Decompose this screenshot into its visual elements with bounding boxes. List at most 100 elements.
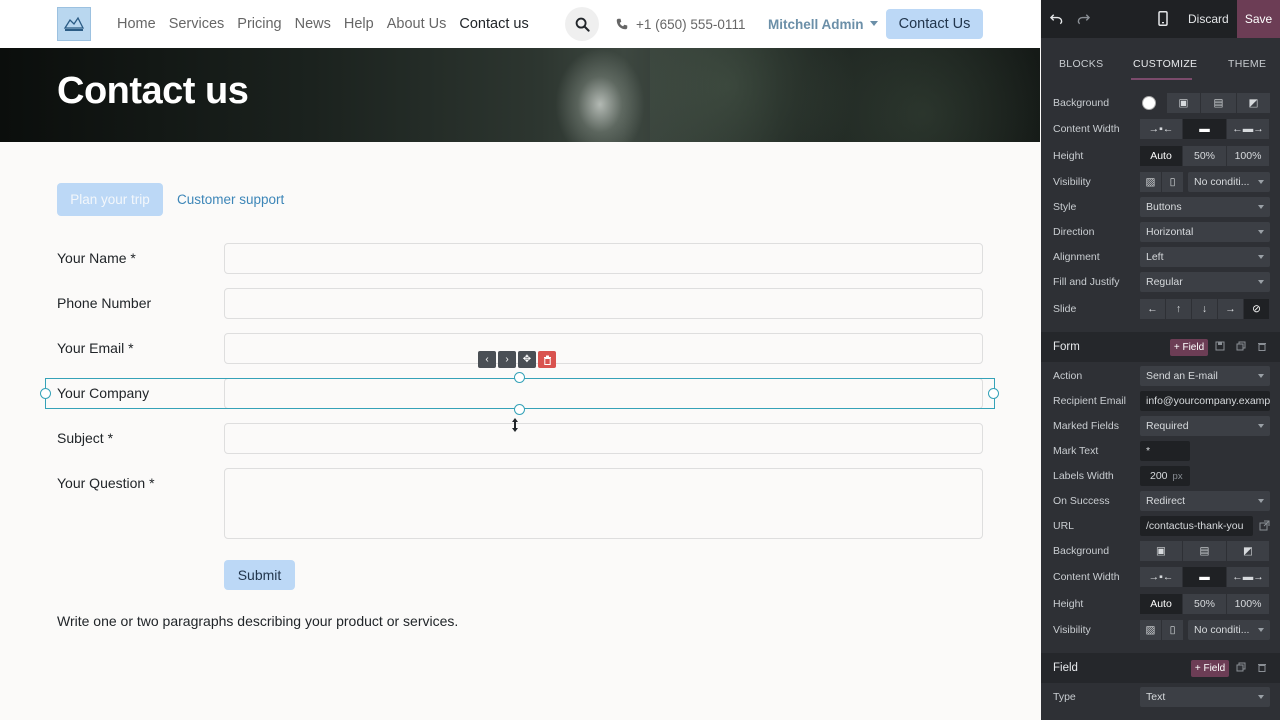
resize-handle-left[interactable] [40, 388, 51, 399]
duplicate-icon[interactable] [1236, 662, 1246, 672]
tab-plan-your-trip[interactable]: Plan your trip [57, 183, 163, 216]
section-title: Form [1053, 341, 1080, 353]
mobile-preview-icon[interactable] [1158, 11, 1168, 26]
nav-home[interactable]: Home [117, 16, 156, 32]
tab-blocks[interactable]: BLOCKS [1059, 58, 1103, 70]
bg-image-option[interactable]: ▣ [1167, 93, 1201, 113]
row-label: Height [1053, 150, 1084, 162]
slide-right-option[interactable]: → [1218, 299, 1244, 319]
nav-services[interactable]: Services [169, 16, 225, 32]
hide-desktop-option[interactable]: ▨ [1140, 172, 1162, 192]
height-auto-option[interactable]: Auto [1140, 146, 1183, 166]
question-textarea[interactable] [224, 468, 983, 539]
form-background-options: ▣ ▤ ◩ [1140, 541, 1270, 561]
form-tabs: Plan your trip Customer support [57, 183, 284, 216]
undo-icon[interactable] [1050, 12, 1063, 25]
bg-image-option[interactable]: ▣ [1140, 541, 1183, 561]
external-link-icon[interactable] [1259, 520, 1270, 531]
url-input[interactable]: /contactus-thank-you [1140, 516, 1253, 536]
phone-contact[interactable]: +1 (650) 555-0111 [616, 0, 745, 48]
hide-mobile-option[interactable]: ▯ [1162, 620, 1184, 640]
add-field-button[interactable]: + Field [1170, 339, 1208, 356]
action-select[interactable]: Send an E-mail [1140, 366, 1270, 386]
alignment-select[interactable]: Left [1140, 247, 1270, 267]
drag-button[interactable]: ✥ [518, 351, 536, 368]
search-button[interactable] [565, 7, 599, 41]
mark-text-input[interactable]: * [1140, 441, 1190, 461]
subject-input[interactable] [224, 423, 983, 454]
nav-help[interactable]: Help [344, 16, 374, 32]
width-small-option[interactable]: →▪← [1140, 567, 1183, 587]
save-snippet-icon[interactable] [1215, 341, 1225, 351]
submit-button[interactable]: Submit [224, 560, 295, 590]
logo[interactable] [57, 7, 91, 41]
recipient-email-input[interactable]: info@yourcompany.example.com [1140, 391, 1270, 411]
height-50-option[interactable]: 50% [1183, 594, 1227, 614]
caret-down-icon [869, 21, 878, 26]
form-row-question: Your Question * [57, 468, 983, 539]
resize-handle-bottom[interactable] [514, 404, 525, 415]
width-small-option[interactable]: →▪← [1140, 119, 1183, 139]
add-field-button[interactable]: + Field [1191, 660, 1229, 677]
nav-contact-us[interactable]: Contact us [459, 16, 528, 32]
resize-handle-right[interactable] [988, 388, 999, 399]
name-input[interactable] [224, 243, 983, 274]
move-right-button[interactable]: › [498, 351, 516, 368]
redo-icon[interactable] [1077, 12, 1090, 25]
delete-button[interactable] [538, 351, 556, 368]
email-input[interactable] [224, 333, 983, 364]
save-button[interactable]: Save [1237, 0, 1280, 38]
labels-width-input[interactable]: 200 px [1140, 466, 1190, 486]
direction-select[interactable]: Horizontal [1140, 222, 1270, 242]
width-full-option[interactable]: ←▬→ [1227, 567, 1270, 587]
nav-about-us[interactable]: About Us [387, 16, 447, 32]
slide-left-option[interactable]: ← [1140, 299, 1166, 319]
slide-down-option[interactable]: ↓ [1192, 299, 1218, 319]
bg-shape-option[interactable]: ◩ [1237, 93, 1271, 113]
field-type-select[interactable]: Text [1140, 687, 1270, 707]
bg-video-option[interactable]: ▤ [1201, 93, 1237, 113]
trash-icon[interactable] [1257, 341, 1267, 351]
contact-us-button[interactable]: Contact Us [886, 9, 983, 39]
trash-icon[interactable] [1257, 662, 1267, 672]
on-success-select[interactable]: Redirect [1140, 491, 1270, 511]
discard-button[interactable]: Discard [1188, 0, 1229, 38]
style-select[interactable]: Buttons [1140, 197, 1270, 217]
nav-pricing[interactable]: Pricing [237, 16, 281, 32]
height-100-option[interactable]: 100% [1227, 146, 1270, 166]
bg-video-option[interactable]: ▤ [1183, 541, 1227, 561]
row-label: On Success [1053, 495, 1110, 507]
slide-none-option[interactable]: ⊘ [1244, 299, 1270, 319]
tab-theme[interactable]: THEME [1228, 58, 1266, 70]
bg-shape-option[interactable]: ◩ [1227, 541, 1270, 561]
resize-handle-top[interactable] [514, 372, 525, 383]
width-regular-option[interactable]: ▬ [1183, 567, 1227, 587]
width-regular-option[interactable]: ▬ [1183, 119, 1227, 139]
slide-up-option[interactable]: ↑ [1166, 299, 1192, 319]
bg-color-option[interactable] [1140, 93, 1157, 113]
width-full-option[interactable]: ←▬→ [1227, 119, 1270, 139]
visibility-device-options: ▨ ▯ [1140, 172, 1184, 192]
hide-desktop-option[interactable]: ▨ [1140, 620, 1162, 640]
phone-input[interactable] [224, 288, 983, 319]
height-50-option[interactable]: 50% [1183, 146, 1227, 166]
tab-customize[interactable]: CUSTOMIZE [1133, 58, 1197, 70]
user-menu[interactable]: Mitchell Admin [768, 0, 878, 48]
duplicate-icon[interactable] [1236, 341, 1246, 351]
arrow-down-icon: ↓ [1201, 303, 1208, 315]
move-left-button[interactable]: ‹ [478, 351, 496, 368]
row-on-success: On Success Redirect [1041, 490, 1280, 512]
fill-justify-select[interactable]: Regular [1140, 272, 1270, 292]
height-100-option[interactable]: 100% [1227, 594, 1270, 614]
height-auto-option[interactable]: Auto [1140, 594, 1183, 614]
tab-customer-support[interactable]: Customer support [177, 192, 284, 207]
nav-news[interactable]: News [295, 16, 331, 32]
hide-mobile-option[interactable]: ▯ [1162, 172, 1184, 192]
row-label: Background [1053, 545, 1110, 557]
marked-fields-select[interactable]: Required [1140, 416, 1270, 436]
row-label: Marked Fields [1053, 420, 1119, 432]
row-labels-width: Labels Width 200 px [1041, 465, 1280, 487]
form-visibility-select[interactable]: No conditi... [1188, 620, 1270, 640]
visibility-select[interactable]: No conditi... [1188, 172, 1270, 192]
